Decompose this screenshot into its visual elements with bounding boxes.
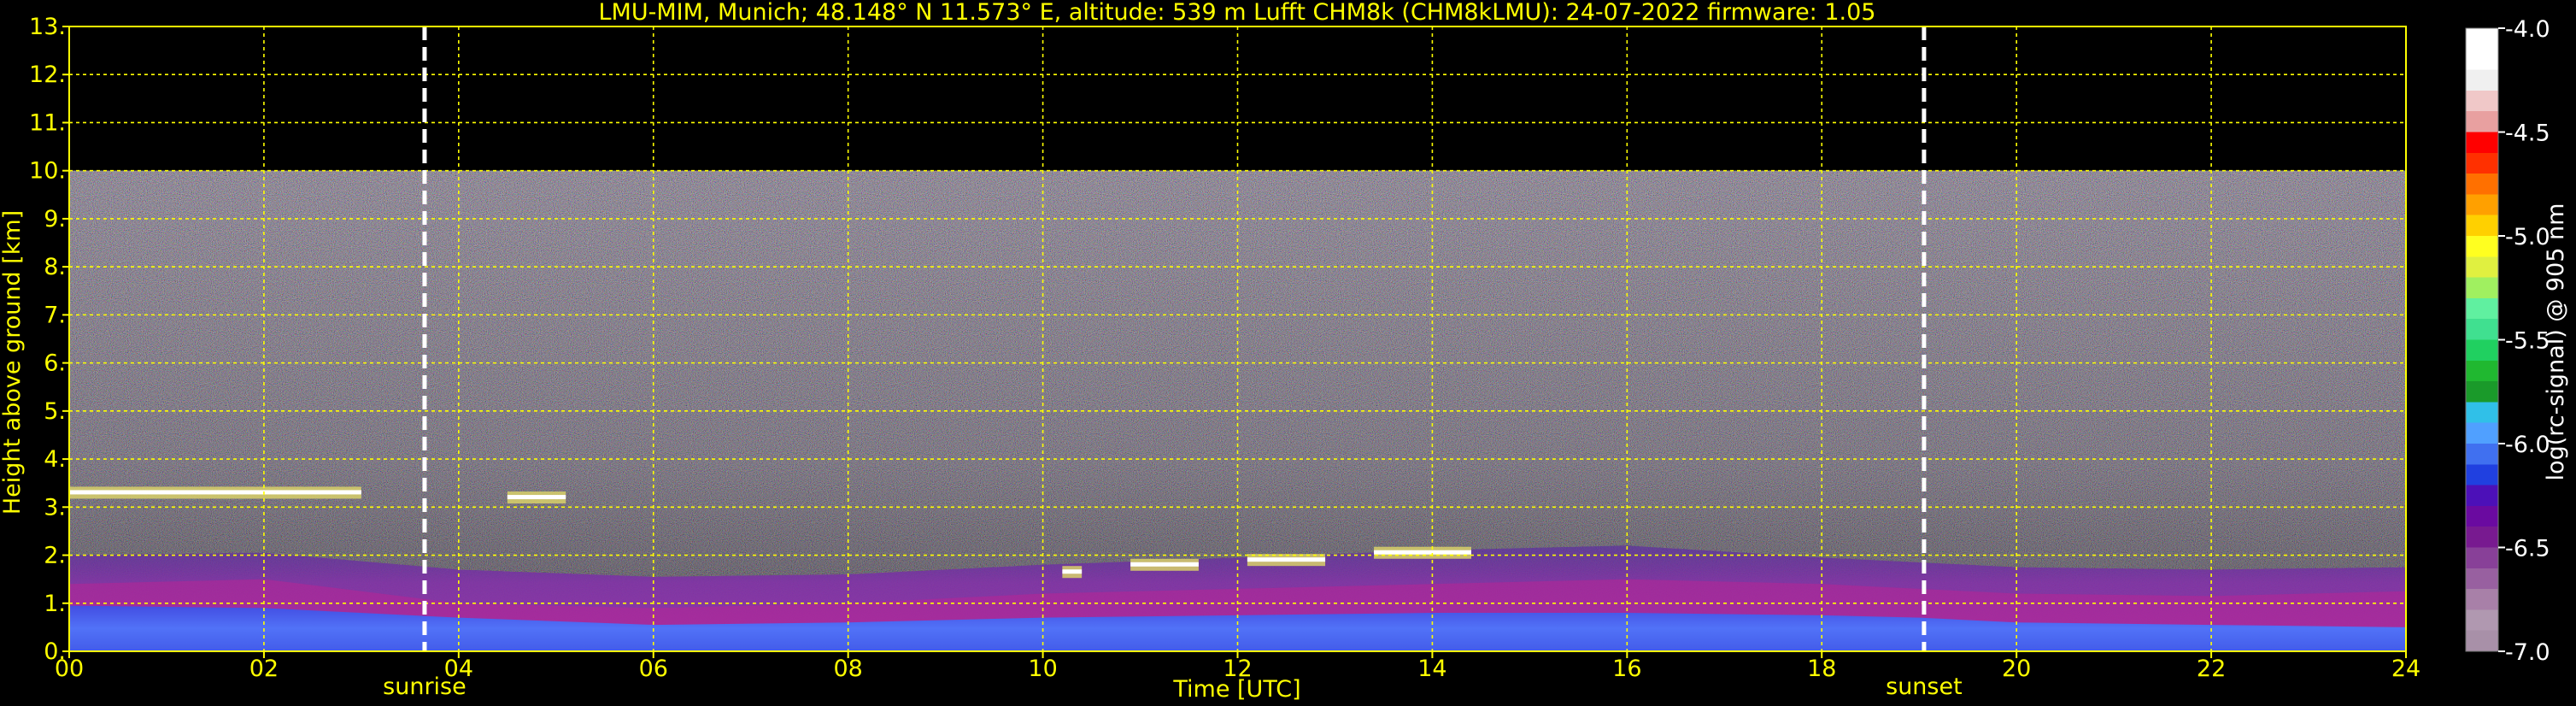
y-tick-label: 5.	[44, 398, 66, 425]
y-tick-label: 3.	[44, 494, 66, 521]
cloud-layer-core	[1130, 562, 1199, 567]
x-tick-label: 10	[1028, 656, 1057, 682]
x-tick-label: 04	[444, 656, 473, 682]
chart-title: LMU-MIM, Munich; 48.148° N 11.573° E, al…	[599, 0, 1876, 26]
colorbar-tick-label: -4.5	[2505, 121, 2550, 147]
colorbar-tick-label: -7.0	[2505, 639, 2550, 666]
y-tick-label: 2.	[44, 543, 66, 569]
annotation-label: sunset	[1886, 674, 1963, 700]
y-tick-label: 13.	[29, 14, 66, 40]
y-tick-label: 10.	[29, 158, 66, 185]
colorbar-tick-label: -4.0	[2505, 16, 2550, 43]
y-tick-label: 6.	[44, 350, 66, 377]
colorbar-tick-label: -6.5	[2505, 536, 2550, 562]
colorbar: -4.0-4.5-5.0-5.5-6.0-6.5-7.0	[2465, 16, 2550, 666]
y-tick-label: 1.	[44, 591, 66, 617]
x-tick-label: 22	[2197, 656, 2226, 682]
x-tick-label: 06	[639, 656, 668, 682]
colorbar-scale	[2466, 28, 2498, 651]
x-tick-label: 08	[833, 656, 862, 682]
y-tick-label: 0.	[44, 638, 66, 665]
x-tick-label: 24	[2391, 656, 2421, 682]
x-tick-label: 14	[1417, 656, 1446, 682]
y-tick-label: 12.	[29, 62, 66, 88]
y-tick-label: 8.	[44, 254, 66, 280]
x-axis-label: Time [UTC]	[1172, 676, 1300, 703]
y-tick-label: 4.	[44, 446, 66, 473]
cloud-layer-core	[69, 490, 361, 495]
cloud-layer-core	[1247, 557, 1326, 562]
y-tick-label: 9.	[44, 206, 66, 232]
x-tick-label: 02	[249, 656, 279, 682]
ceilometer-chart: sunrise sunset 00 02 04 06 08 10 12 14 16 18 20 22 24…	[0, 0, 2569, 703]
x-tick-label: 16	[1612, 656, 1641, 682]
y-axis-label: Height above ground [km]	[0, 210, 26, 515]
colorbar-label: log(rc-signal) @ 905 nm	[2543, 203, 2569, 481]
y-tick-label: 7.	[44, 302, 66, 328]
x-tick-label: 18	[1807, 656, 1836, 682]
y-tick-label: 11.	[29, 109, 66, 136]
cloud-layer-core	[507, 495, 566, 500]
cloud-layer-core	[1062, 569, 1083, 574]
x-tick-label: 20	[2002, 656, 2031, 682]
cloud-layer-core	[1374, 550, 1471, 555]
